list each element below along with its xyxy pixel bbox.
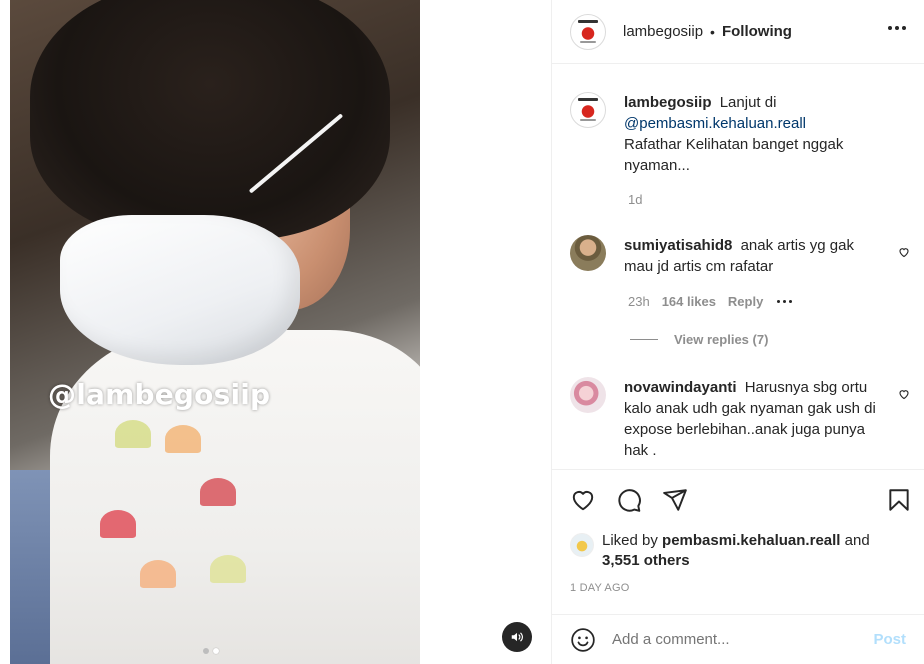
heart-icon[interactable] bbox=[570, 487, 596, 513]
bookmark-icon[interactable] bbox=[886, 487, 912, 513]
liked-by-and: and bbox=[844, 532, 870, 549]
carousel-indicator bbox=[203, 648, 219, 654]
header-separator: • bbox=[710, 23, 715, 40]
emoji-icon bbox=[571, 627, 595, 652]
avatar[interactable] bbox=[570, 533, 594, 557]
post-details-panel: lambegosiip • Following lambegosiip Lanj… bbox=[551, 0, 924, 664]
caption-text: lambegosiip Lanjut di @pembasmi.kehaluan… bbox=[624, 92, 864, 176]
avatar[interactable] bbox=[570, 92, 606, 128]
caption-mention[interactable]: @pembasmi.kehaluan.reall bbox=[624, 115, 806, 132]
action-bar bbox=[552, 469, 924, 529]
add-comment-bar: Post bbox=[552, 614, 924, 664]
shirt-print bbox=[210, 555, 246, 583]
comments-list[interactable]: lambegosiip Lanjut di @pembasmi.kehaluan… bbox=[552, 65, 924, 469]
comment-text: novawindayanti Harusnya sbg ortu kalo an… bbox=[624, 377, 882, 461]
caption: lambegosiip Lanjut di @pembasmi.kehaluan… bbox=[570, 92, 906, 176]
post-media[interactable]: @lambegosiip bbox=[0, 0, 551, 664]
mute-button[interactable] bbox=[502, 622, 532, 652]
video-scene-mask bbox=[60, 215, 300, 365]
caption-username[interactable]: lambegosiip bbox=[624, 94, 712, 111]
shirt-print bbox=[200, 478, 236, 506]
liked-by-text: Liked by pembasmi.kehaluan.reall and 3,5… bbox=[602, 531, 870, 571]
comment-item: novawindayanti Harusnya sbg ortu kalo an… bbox=[570, 377, 906, 461]
share-icon[interactable] bbox=[662, 487, 688, 513]
comment-text: sumiyatisahid8 anak artis yg gak mau jd … bbox=[624, 235, 882, 277]
caption-meta: 1d bbox=[628, 192, 642, 207]
caption-time[interactable]: 1d bbox=[628, 192, 642, 207]
video-player[interactable]: @lambegosiip bbox=[10, 0, 420, 664]
avatar[interactable] bbox=[570, 13, 606, 50]
more-icon[interactable] bbox=[888, 22, 906, 34]
view-replies-button[interactable]: View replies (7) bbox=[630, 332, 768, 347]
profile-logo-icon bbox=[573, 95, 603, 125]
liked-by-others[interactable]: 3,551 others bbox=[602, 552, 690, 569]
caption-body: Rafathar Kelihatan banget nggak nyaman..… bbox=[624, 136, 844, 174]
comment-like-heart-icon[interactable] bbox=[898, 246, 910, 258]
comment-likes[interactable]: 164 likes bbox=[662, 294, 716, 309]
post-date[interactable]: 1 DAY AGO bbox=[570, 582, 629, 594]
comment-more-icon[interactable] bbox=[777, 300, 793, 303]
carousel-dot-active bbox=[213, 648, 219, 654]
shirt-print bbox=[140, 560, 176, 588]
speaker-icon bbox=[511, 632, 523, 642]
post-header: lambegosiip • Following bbox=[552, 0, 924, 64]
comment-icon[interactable] bbox=[616, 487, 642, 513]
avatar[interactable] bbox=[570, 377, 606, 413]
video-watermark: @lambegosiip bbox=[48, 378, 271, 411]
profile-logo-icon bbox=[573, 16, 603, 47]
comment-input[interactable] bbox=[612, 631, 874, 648]
comment-item: sumiyatisahid8 anak artis yg gak mau jd … bbox=[570, 235, 906, 277]
liked-by: Liked by pembasmi.kehaluan.reall and 3,5… bbox=[570, 531, 906, 571]
header-username[interactable]: lambegosiip bbox=[623, 23, 703, 40]
avatar[interactable] bbox=[570, 235, 606, 271]
comment-username[interactable]: novawindayanti bbox=[624, 379, 737, 396]
comment-time[interactable]: 23h bbox=[628, 294, 650, 309]
comment-username[interactable]: sumiyatisahid8 bbox=[624, 237, 732, 254]
view-replies-label: View replies (7) bbox=[674, 332, 769, 347]
view-replies-divider bbox=[630, 339, 658, 340]
emoji-button[interactable] bbox=[570, 627, 596, 653]
post-button[interactable]: Post bbox=[873, 631, 906, 648]
following-button[interactable]: Following bbox=[722, 23, 792, 40]
caption-prefix: Lanjut di bbox=[719, 94, 777, 111]
shirt-print bbox=[100, 510, 136, 538]
liked-by-prefix: Liked by bbox=[602, 532, 658, 549]
shirt-print bbox=[165, 425, 201, 453]
liked-by-user[interactable]: pembasmi.kehaluan.reall bbox=[662, 532, 840, 549]
comment-meta: 23h 164 likes Reply bbox=[628, 294, 793, 309]
shirt-print bbox=[115, 420, 151, 448]
reply-button[interactable]: Reply bbox=[728, 294, 763, 309]
comment-like-heart-icon[interactable] bbox=[898, 388, 910, 400]
carousel-dot bbox=[203, 648, 209, 654]
